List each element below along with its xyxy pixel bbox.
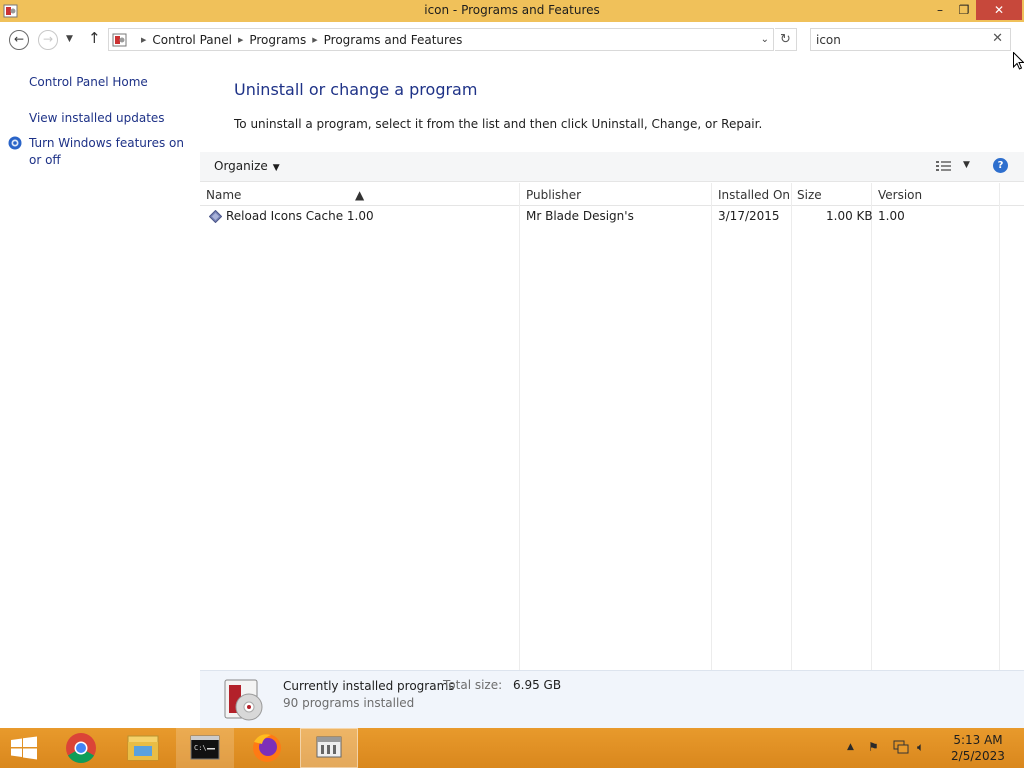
shield-icon [8,136,22,150]
control-panel-icon [316,736,342,758]
file-explorer-taskbar-button[interactable] [114,728,172,768]
program-version: 1.00 [878,209,905,223]
column-divider [871,183,872,670]
search-box[interactable]: ✕ [810,28,1011,51]
programs-count: 90 programs installed [283,696,415,710]
search-input[interactable] [816,32,986,48]
clock-date: 2/5/2023 [951,749,1005,763]
column-installed-on-label: Installed On [718,188,790,202]
column-divider [519,183,520,670]
column-divider [711,183,712,670]
organize-button[interactable]: Organize ▼ [214,159,280,173]
svg-text:C:\: C:\ [194,744,207,752]
turn-windows-features-link[interactable]: Turn Windows features on or off [29,135,197,169]
command-bar: Organize ▼ ▼ ? [200,152,1024,182]
help-button[interactable]: ? [993,158,1008,173]
control-panel-taskbar-button[interactable] [300,728,358,768]
close-button[interactable]: ✕ [976,0,1022,20]
forward-button[interactable]: → [38,30,58,50]
show-hidden-icons-button[interactable]: ▲ [847,742,854,752]
program-icon [209,210,222,223]
column-header-publisher[interactable]: Publisher [520,183,711,206]
command-prompt-taskbar-button[interactable]: C:\ [176,728,234,768]
column-name-label: Name [206,188,242,202]
breadcrumb-programs-and-features[interactable]: Programs and Features [324,33,463,47]
view-dropdown-button[interactable]: ▼ [963,160,970,170]
chevron-down-icon: ▼ [272,163,280,173]
column-divider [999,183,1000,670]
folder-icon [127,735,159,761]
column-divider [791,183,792,670]
volume-icon[interactable]: 🔈︎ [917,740,924,755]
address-bar[interactable]: ▶ Control Panel ▶ Programs ▶ Programs and Fea… [108,28,774,51]
total-size-label: Total size: [443,678,503,692]
mouse-cursor-icon [1013,52,1024,70]
instructions-text: To uninstall a program, select it from t… [234,117,763,131]
details-pane: Currently installed programs Total size:… [200,670,1024,728]
column-header-filler [1000,183,1024,206]
title-bar: icon - Programs and Features – ❐ ✕ [0,0,1024,22]
chevron-down-icon[interactable]: ⌄ [761,34,769,45]
column-header-name[interactable]: Name ▲ [200,183,519,206]
installed-programs-label: Currently installed programs [283,679,455,693]
column-header-size[interactable]: Size [792,183,871,206]
programs-and-features-icon [224,679,263,721]
chevron-right-icon[interactable]: ▶ [141,36,146,44]
refresh-button[interactable]: ↻ [775,28,797,51]
program-installed-on: 3/17/2015 [718,209,780,223]
column-header-installed-on[interactable]: Installed On [712,183,791,206]
chrome-icon [66,733,96,764]
program-name: Reload Icons Cache 1.00 [226,209,374,223]
up-button[interactable]: ↑ [88,29,101,47]
navigation-bar: ← → ▼ ↑ ▶ Control Panel ▶ Programs ▶ Programs… [0,22,1024,58]
taskbar: C:\ ▲ ⚑ 🔈︎ 5:13 AM 2/5/2023 [0,728,1024,768]
command-prompt-icon: C:\ [190,735,220,760]
programs-list: Name ▲ Publisher Installed On Size Versi… [200,183,1024,670]
column-version-label: Version [878,188,923,202]
window-title: icon - Programs and Features [424,3,600,17]
breadcrumb: ▶ Control Panel ▶ Programs ▶ Programs and Fea… [135,33,462,47]
control-panel-icon [112,33,127,47]
chrome-taskbar-button[interactable] [52,728,110,768]
program-size: 1.00 KB [826,209,873,223]
sort-ascending-icon: ▲ [355,188,365,202]
minimize-button[interactable]: – [927,0,953,20]
windows-start-icon[interactable] [10,736,38,760]
control-panel-home-link[interactable]: Control Panel Home [29,74,148,91]
recent-locations-button[interactable]: ▼ [66,34,73,44]
network-icon[interactable] [893,740,909,754]
column-header-version[interactable]: Version [872,183,1000,206]
firefox-icon [253,734,281,762]
back-button[interactable]: ← [9,30,29,50]
clear-search-button[interactable]: ✕ [992,31,1003,46]
left-pane: Control Panel Home View installed update… [0,58,200,728]
view-installed-updates-link[interactable]: View installed updates [29,110,165,127]
action-center-flag-icon[interactable]: ⚑ [868,740,879,754]
breadcrumb-programs[interactable]: Programs [249,33,306,47]
view-options-icon[interactable] [935,159,953,173]
breadcrumb-control-panel[interactable]: Control Panel [152,33,232,47]
clock-time: 5:13 AM [953,733,1003,747]
page-title: Uninstall or change a program [234,80,478,99]
organize-label: Organize [214,159,268,173]
total-size-value: 6.95 GB [513,678,562,692]
chevron-right-icon[interactable]: ▶ [312,36,317,44]
column-publisher-label: Publisher [526,188,582,202]
program-publisher: Mr Blade Design's [526,209,634,223]
clock[interactable]: 5:13 AM 2/5/2023 [945,732,1011,764]
column-size-label: Size [797,188,822,202]
firefox-taskbar-button[interactable] [238,728,296,768]
maximize-button[interactable]: ❐ [951,0,977,20]
table-row[interactable]: Reload Icons Cache 1.00 Mr Blade Design'… [200,207,1000,225]
chevron-right-icon[interactable]: ▶ [238,36,243,44]
